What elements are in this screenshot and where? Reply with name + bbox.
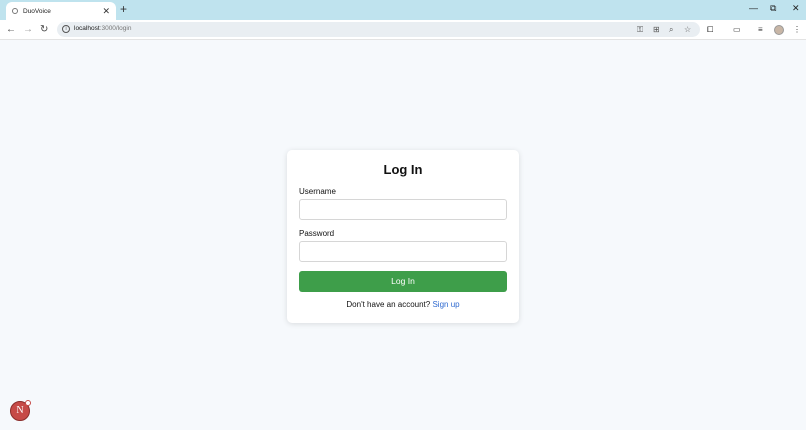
signup-row: Don't have an account? Sign up — [287, 300, 519, 309]
minimize-button[interactable]: — — [749, 3, 758, 13]
nextjs-dev-badge[interactable]: N — [10, 400, 31, 421]
back-button[interactable]: ← — [6, 23, 16, 37]
tab-strip: DuoVoice ✕ + — ⧉ ✕ — [0, 0, 806, 20]
cast-icon[interactable]: ▭ — [733, 25, 741, 35]
restore-button[interactable]: ⧉ — [770, 3, 776, 13]
url-host: localhost — [74, 25, 100, 32]
tab-duovoice[interactable]: DuoVoice ✕ — [6, 2, 116, 20]
url-text: localhost:3000/login — [74, 25, 131, 32]
media-icon[interactable]: ≡ — [758, 25, 763, 35]
login-title: Log In — [383, 162, 423, 177]
extensions-icon[interactable]: ⧠ — [707, 25, 713, 35]
key-icon[interactable]: ⚿ — [637, 25, 643, 34]
tab-title: DuoVoice — [23, 7, 51, 15]
site-info-icon[interactable]: i — [62, 25, 70, 33]
zoom-icon[interactable]: ⌕ — [669, 25, 673, 34]
username-label: Username — [299, 187, 336, 196]
menu-icon[interactable]: ⋮ — [793, 25, 801, 35]
password-label: Password — [299, 229, 335, 238]
password-input[interactable] — [299, 241, 507, 262]
profile-avatar[interactable] — [774, 25, 784, 35]
url-path: :3000/login — [99, 25, 132, 32]
new-tab-button[interactable]: + — [120, 3, 127, 15]
forward-button[interactable]: → — [23, 23, 33, 37]
signup-prompt: Don't have an account? — [346, 300, 431, 309]
window-close-button[interactable]: ✕ — [792, 3, 800, 13]
login-card: Log In Username Password Log In Don't ha… — [287, 150, 519, 323]
reload-button[interactable]: ↻ — [40, 23, 48, 37]
address-bar[interactable]: i localhost:3000/login ⚿ ⊞ ⌕ ☆ — [57, 22, 700, 37]
notification-dot-icon — [25, 400, 31, 406]
tab-close-icon[interactable]: ✕ — [102, 6, 110, 16]
favicon-icon — [12, 8, 18, 14]
login-button[interactable]: Log In — [299, 271, 507, 292]
username-input[interactable] — [299, 199, 507, 220]
bookmark-star-icon[interactable]: ☆ — [684, 25, 691, 34]
nextjs-logo-icon: N — [16, 405, 24, 416]
translate-icon[interactable]: ⊞ — [653, 25, 660, 34]
signup-link[interactable]: Sign up — [432, 300, 459, 309]
